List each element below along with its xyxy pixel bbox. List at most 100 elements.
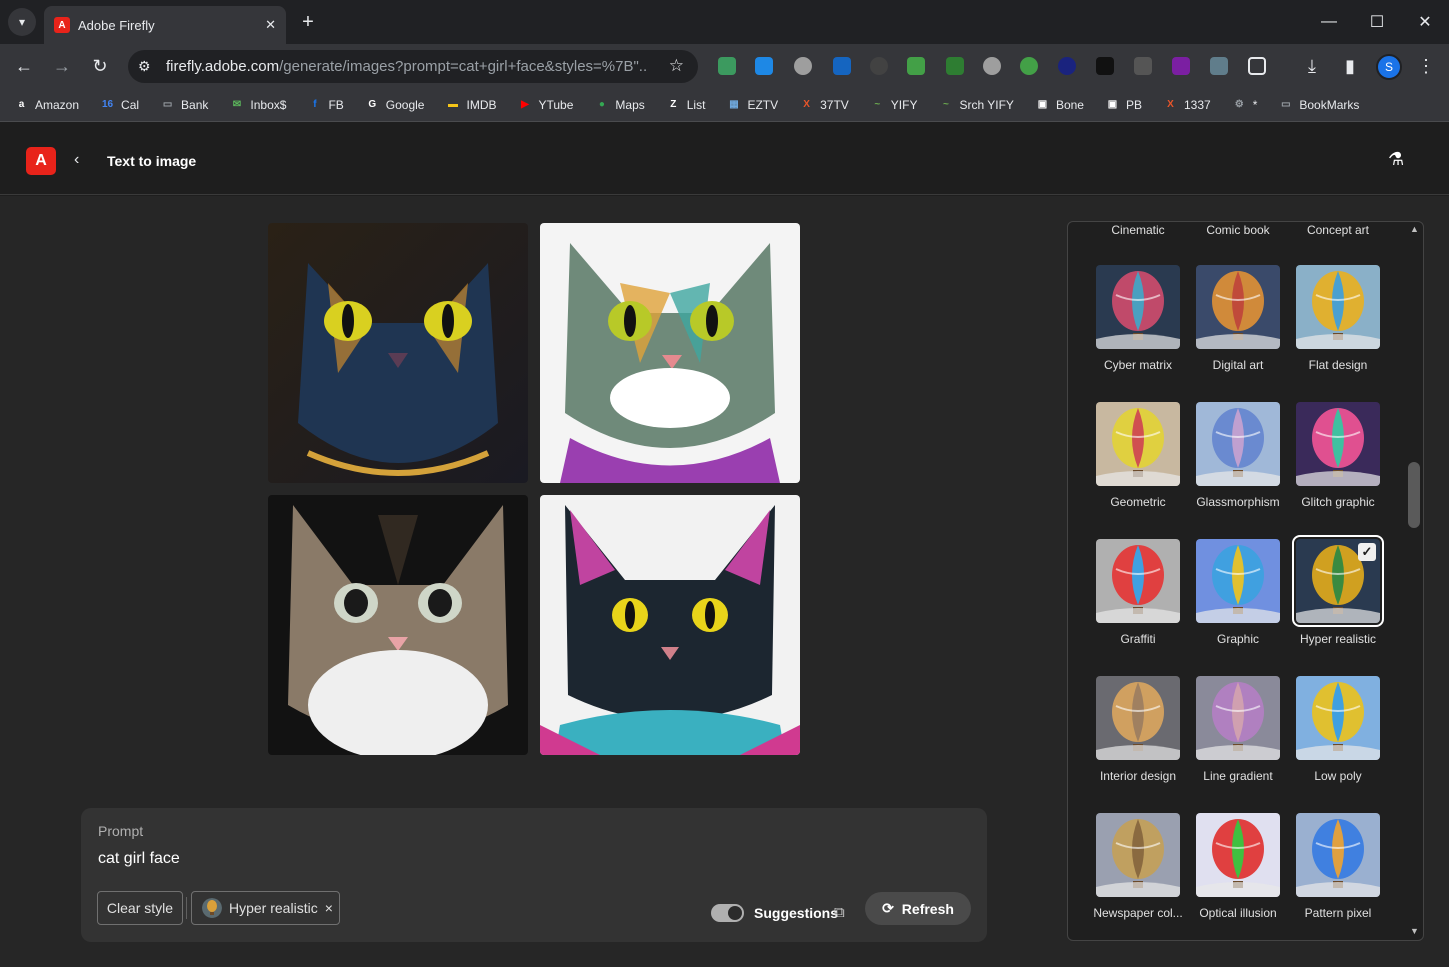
extension-icon[interactable]: [755, 57, 773, 75]
bookmark-item[interactable]: X 37TV: [799, 97, 849, 112]
extensions-puzzle-icon[interactable]: [1248, 57, 1266, 75]
bookmark-item[interactable]: ▭ BookMarks: [1278, 97, 1359, 112]
extension-icon[interactable]: [870, 57, 888, 75]
scrollbar-thumb[interactable]: [1408, 462, 1420, 528]
clear-style-button[interactable]: Clear style: [97, 891, 183, 925]
window-close-icon[interactable]: ✕: [1401, 0, 1449, 44]
style-option[interactable]: Line gradient: [1192, 676, 1284, 783]
generated-image-2[interactable]: [540, 223, 800, 483]
bookmark-item[interactable]: ▭ Bank: [160, 97, 209, 112]
extension-icon[interactable]: [1020, 57, 1038, 75]
style-label: Line gradient: [1203, 769, 1273, 783]
side-panel-icon[interactable]: ▮: [1336, 52, 1364, 80]
back-chevron-icon[interactable]: ‹: [74, 151, 79, 169]
style-option[interactable]: Cyber matrix: [1092, 265, 1184, 372]
style-option[interactable]: Newspaper col...: [1092, 813, 1184, 920]
new-tab-icon[interactable]: +: [296, 10, 320, 34]
browser-tab-bar: ▾ A Adobe Firefly ✕ + — ☐ ✕: [0, 0, 1449, 44]
bookmark-item[interactable]: ~ YIFY: [870, 97, 917, 112]
bookmark-item[interactable]: ~ Srch YIFY: [938, 97, 1014, 112]
bookmark-item[interactable]: ▬ IMDB: [445, 97, 497, 112]
prompt-input[interactable]: cat girl face: [98, 850, 180, 868]
bookmark-item[interactable]: ▶ YTube: [517, 97, 573, 112]
selected-style-chip[interactable]: Hyper realistic ×: [191, 891, 340, 925]
style-label[interactable]: Concept art: [1292, 223, 1384, 237]
x-icon: X: [1167, 99, 1174, 110]
hot-air-balloon-thumbnail-icon: [1196, 813, 1280, 897]
maximize-icon[interactable]: ☐: [1353, 0, 1401, 44]
hot-air-balloon-thumbnail-icon: [1296, 402, 1380, 486]
hot-air-balloon-thumbnail-icon: [1296, 676, 1380, 760]
extension-icon[interactable]: [1058, 57, 1076, 75]
minimize-icon[interactable]: —: [1305, 0, 1353, 44]
profile-avatar[interactable]: S: [1376, 54, 1402, 80]
style-panel-scrollbar[interactable]: ▲ ▼: [1406, 222, 1422, 940]
extension-icon[interactable]: [1210, 57, 1228, 75]
amazon-icon: a: [18, 99, 25, 110]
address-bar[interactable]: ⚙ firefly.adobe.com/generate/images?prom…: [128, 50, 698, 83]
bookmark-item[interactable]: a Amazon: [14, 97, 79, 112]
style-option[interactable]: Graffiti: [1092, 539, 1184, 646]
style-option[interactable]: ✓ Hyper realistic: [1292, 535, 1384, 646]
bookmark-item[interactable]: ● Maps: [594, 97, 645, 112]
address-url[interactable]: firefly.adobe.com/generate/images?prompt…: [166, 58, 646, 75]
extension-icon[interactable]: [1172, 57, 1190, 75]
browser-menu-icon[interactable]: ⋮: [1412, 52, 1440, 80]
bookmark-item[interactable]: f FB: [307, 97, 344, 112]
bookmark-item[interactable]: G Google: [365, 97, 424, 112]
bookmark-item[interactable]: ⚙ *: [1232, 97, 1258, 112]
site-info-icon[interactable]: ⚙: [138, 58, 158, 75]
style-option[interactable]: Glassmorphism: [1192, 402, 1284, 509]
bookmark-star-icon[interactable]: ☆: [669, 56, 684, 76]
browser-tab[interactable]: A Adobe Firefly ✕: [44, 6, 286, 44]
generated-image-4[interactable]: [540, 495, 800, 755]
suggestions-settings-icon[interactable]: ⧉: [834, 904, 845, 921]
maps-icon: ●: [598, 99, 605, 110]
extension-icon[interactable]: [983, 57, 1001, 75]
labs-flask-icon[interactable]: ⚗: [1388, 149, 1404, 170]
forward-arrow-icon[interactable]: →: [48, 52, 76, 80]
extension-icon[interactable]: [1134, 57, 1152, 75]
remove-style-icon[interactable]: ×: [325, 900, 333, 916]
suggestions-toggle[interactable]: [711, 904, 744, 922]
extension-icon[interactable]: [1096, 57, 1114, 75]
selected-check-icon: ✓: [1358, 543, 1376, 561]
bookmark-item[interactable]: ▣ PB: [1105, 97, 1142, 112]
style-label[interactable]: Comic book: [1192, 223, 1284, 237]
extension-icon[interactable]: [718, 57, 736, 75]
bookmark-item[interactable]: X 1337: [1163, 97, 1211, 112]
back-arrow-icon[interactable]: ←: [10, 52, 38, 80]
style-option[interactable]: Glitch graphic: [1292, 402, 1384, 509]
style-option[interactable]: Digital art: [1192, 265, 1284, 372]
style-option[interactable]: Interior design: [1092, 676, 1184, 783]
style-option[interactable]: Pattern pixel: [1292, 813, 1384, 920]
download-icon[interactable]: ⤓: [1298, 52, 1326, 80]
bookmarks-bar: a Amazon 16 Cal ▭ Bank ✉ Inbox$ f FB G Google ▬ IMDB ▶…: [0, 88, 1449, 122]
style-option[interactable]: Geometric: [1092, 402, 1184, 509]
style-option[interactable]: Optical illusion: [1192, 813, 1284, 920]
extension-icon[interactable]: [833, 57, 851, 75]
style-option[interactable]: Graphic: [1192, 539, 1284, 646]
extension-icon[interactable]: [907, 57, 925, 75]
bookmark-item[interactable]: ▦ EZTV: [726, 97, 778, 112]
style-label[interactable]: Cinematic: [1092, 223, 1184, 237]
reload-icon[interactable]: ↻: [86, 52, 114, 80]
adblock-extension-icon[interactable]: [794, 57, 812, 75]
bookmark-item[interactable]: ▣ Bone: [1035, 97, 1084, 112]
style-label: Glitch graphic: [1301, 495, 1375, 509]
bookmark-item[interactable]: ✉ Inbox$: [229, 97, 287, 112]
eztv-icon: ▦: [729, 99, 739, 110]
adobe-logo-icon[interactable]: A: [26, 147, 56, 175]
style-option[interactable]: Low poly: [1292, 676, 1384, 783]
extension-icon[interactable]: [946, 57, 964, 75]
bookmark-item[interactable]: Z List: [666, 97, 705, 112]
tab-close-icon[interactable]: ✕: [265, 17, 276, 33]
generated-image-1[interactable]: [268, 223, 528, 483]
generated-image-3[interactable]: [268, 495, 528, 755]
scroll-down-icon[interactable]: ▼: [1410, 926, 1419, 936]
style-option[interactable]: Flat design: [1292, 265, 1384, 372]
bookmark-item[interactable]: 16 Cal: [100, 97, 139, 112]
tab-search-icon[interactable]: ▾: [8, 8, 36, 36]
refresh-button[interactable]: ⟳ Refresh: [865, 892, 971, 925]
scroll-up-icon[interactable]: ▲: [1410, 224, 1419, 234]
